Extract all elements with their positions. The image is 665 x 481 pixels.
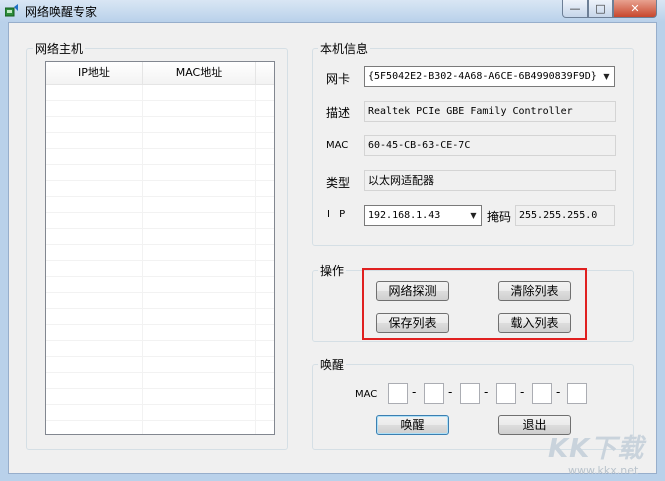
mac-separator: - bbox=[484, 385, 489, 399]
table-row bbox=[46, 197, 274, 213]
desc-field: Realtek PCIe GBE Family Controller bbox=[364, 101, 616, 122]
nic-value: {5F5042E2-B302-4A68-A6CE-6B4990839F9D} bbox=[368, 71, 597, 82]
table-row bbox=[46, 261, 274, 277]
type-field: 以太网适配器 bbox=[364, 170, 616, 191]
table-row bbox=[46, 213, 274, 229]
mac-info-label: MAC bbox=[326, 140, 349, 151]
table-row bbox=[46, 309, 274, 325]
exit-button[interactable]: 退出 bbox=[498, 415, 571, 435]
desc-label: 描述 bbox=[326, 106, 351, 120]
table-row bbox=[46, 357, 274, 373]
wake-group-label: 唤醒 bbox=[318, 356, 347, 373]
mac-separator: - bbox=[448, 385, 453, 399]
hosts-group-label: 网络主机 bbox=[33, 40, 86, 57]
mac-octet-6[interactable] bbox=[567, 383, 587, 404]
ip-select[interactable]: 192.168.1.43 ▼ bbox=[364, 205, 482, 226]
table-row bbox=[46, 101, 274, 117]
column-mac[interactable]: MAC地址 bbox=[143, 62, 256, 84]
close-icon: ✕ bbox=[630, 2, 640, 15]
table-row bbox=[46, 405, 274, 421]
local-info-group-label: 本机信息 bbox=[318, 40, 371, 57]
hosts-list-rows bbox=[46, 85, 274, 434]
mac-octet-3[interactable] bbox=[460, 383, 480, 404]
mac-separator: - bbox=[412, 385, 417, 399]
maximize-button[interactable]: □ bbox=[588, 0, 613, 18]
table-row bbox=[46, 149, 274, 165]
mac-octet-2[interactable] bbox=[424, 383, 444, 404]
mask-label: 掩码 bbox=[487, 210, 512, 224]
nic-label: 网卡 bbox=[326, 72, 351, 86]
wake-group bbox=[312, 364, 634, 450]
highlight-box bbox=[362, 268, 587, 340]
hosts-list-header: IP地址 MAC地址 bbox=[46, 62, 274, 85]
table-row bbox=[46, 165, 274, 181]
table-row bbox=[46, 341, 274, 357]
chevron-down-icon[interactable]: ▼ bbox=[599, 67, 614, 86]
table-row bbox=[46, 421, 274, 434]
mac-octet-1[interactable] bbox=[388, 383, 408, 404]
ip-value: 192.168.1.43 bbox=[368, 210, 441, 221]
table-row bbox=[46, 245, 274, 261]
table-row bbox=[46, 133, 274, 149]
column-ip[interactable]: IP地址 bbox=[46, 62, 143, 84]
mac-separator: - bbox=[520, 385, 525, 399]
close-button[interactable]: ✕ bbox=[613, 0, 657, 18]
table-row bbox=[46, 229, 274, 245]
mask-field: 255.255.255.0 bbox=[515, 205, 615, 226]
table-row bbox=[46, 373, 274, 389]
table-row bbox=[46, 389, 274, 405]
column-filler bbox=[256, 62, 274, 84]
nic-select[interactable]: {5F5042E2-B302-4A68-A6CE-6B4990839F9D} ▼ bbox=[364, 66, 615, 87]
wake-button[interactable]: 唤醒 bbox=[376, 415, 449, 435]
table-row bbox=[46, 181, 274, 197]
type-label: 类型 bbox=[326, 176, 351, 190]
table-row bbox=[46, 293, 274, 309]
ip-label: I P bbox=[327, 209, 349, 220]
app-icon bbox=[5, 4, 18, 17]
table-row bbox=[46, 325, 274, 341]
hosts-list[interactable]: IP地址 MAC地址 bbox=[45, 61, 275, 435]
maximize-icon: □ bbox=[595, 2, 606, 15]
title-bar[interactable]: 网络唤醒专家 — □ ✕ bbox=[0, 0, 665, 22]
chevron-down-icon[interactable]: ▼ bbox=[466, 206, 481, 225]
minimize-icon: — bbox=[569, 2, 581, 15]
mac-octet-5[interactable] bbox=[532, 383, 552, 404]
operations-group-label: 操作 bbox=[318, 262, 347, 279]
minimize-button[interactable]: — bbox=[562, 0, 588, 18]
wake-mac-label: MAC bbox=[355, 389, 378, 400]
mac-separator: - bbox=[556, 385, 561, 399]
table-row bbox=[46, 117, 274, 133]
mac-octet-4[interactable] bbox=[496, 383, 516, 404]
mac-info-field: 60-45-CB-63-CE-7C bbox=[364, 135, 616, 156]
window-title: 网络唤醒专家 bbox=[25, 5, 98, 19]
table-row bbox=[46, 277, 274, 293]
table-row bbox=[46, 85, 274, 101]
